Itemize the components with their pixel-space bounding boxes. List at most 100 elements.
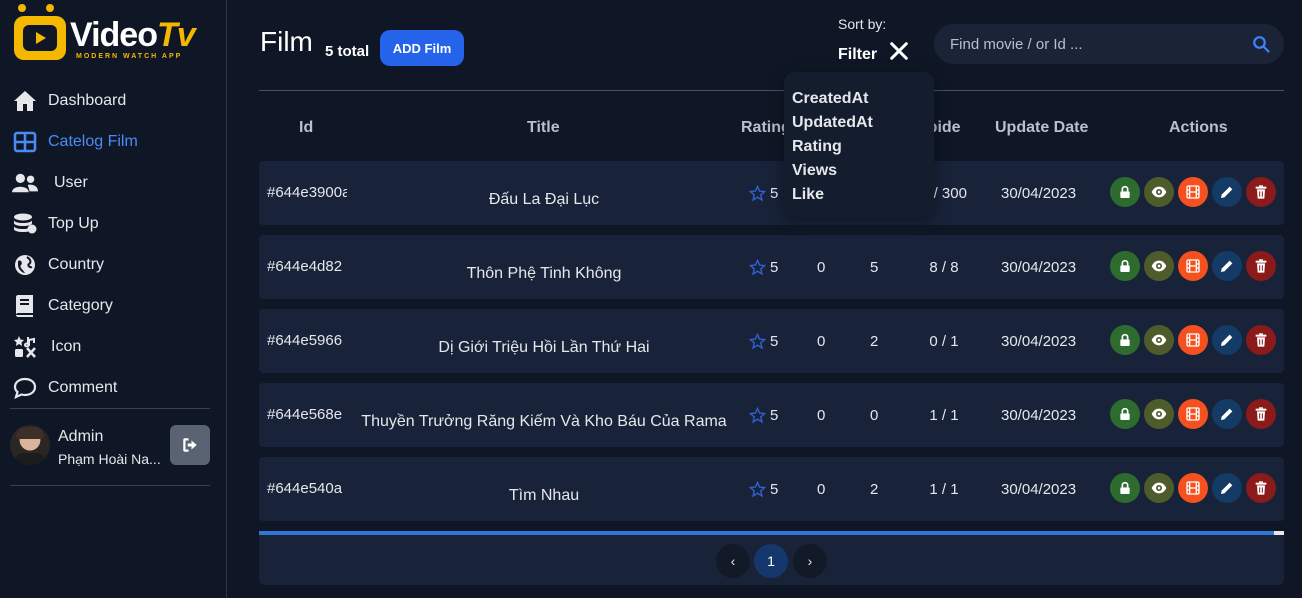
page-title: Film bbox=[260, 26, 313, 57]
film-title[interactable]: Dị Giới Triệu Hồi Lần Thứ Hai bbox=[359, 339, 729, 357]
filter-toggle[interactable]: Filter bbox=[838, 46, 877, 64]
pencil-icon bbox=[1219, 406, 1235, 422]
lock-icon bbox=[1117, 406, 1133, 422]
column-header-update-date: Update Date bbox=[995, 119, 1089, 136]
pencil-icon bbox=[1219, 332, 1235, 348]
search-icon[interactable] bbox=[1252, 35, 1270, 53]
episodes-button[interactable] bbox=[1178, 177, 1208, 207]
pencil-icon bbox=[1219, 258, 1235, 274]
film-update-date: 30/04/2023 bbox=[1001, 481, 1077, 498]
search-bar bbox=[934, 24, 1284, 64]
episodes-button[interactable] bbox=[1178, 251, 1208, 281]
sidebar-item-label: Icon bbox=[51, 337, 82, 355]
user-role: Admin bbox=[58, 428, 104, 445]
edit-button[interactable] bbox=[1212, 473, 1242, 503]
close-filter-icon[interactable] bbox=[888, 40, 910, 62]
star-icon bbox=[749, 259, 766, 276]
delete-button[interactable] bbox=[1246, 473, 1276, 503]
avatar[interactable] bbox=[10, 425, 50, 465]
delete-button[interactable] bbox=[1246, 399, 1276, 429]
logo-antenna-left bbox=[18, 4, 26, 12]
lock-button[interactable] bbox=[1110, 251, 1140, 281]
episodes-button[interactable] bbox=[1178, 399, 1208, 429]
delete-button[interactable] bbox=[1246, 251, 1276, 281]
column-header-id: Id bbox=[299, 119, 314, 136]
search-input[interactable] bbox=[950, 32, 1240, 56]
table-row[interactable]: #644e568e Thuyền Trưởng Răng Kiếm Và Kho … bbox=[259, 383, 1284, 447]
table-row[interactable]: #644e5966 Dị Giới Triệu Hồi Lần Thứ Hai 5 0… bbox=[259, 309, 1284, 373]
film-title[interactable]: Tìm Nhau bbox=[359, 487, 729, 505]
view-button[interactable] bbox=[1144, 399, 1174, 429]
film-views: 5 bbox=[870, 259, 879, 276]
film-views: 2 bbox=[870, 481, 879, 498]
sidebar-item-country[interactable]: Country bbox=[0, 244, 227, 285]
lock-icon bbox=[1117, 332, 1133, 348]
sidebar-item-comment[interactable]: Comment bbox=[0, 367, 227, 408]
user-name: Phạm Hoài Na... bbox=[58, 451, 161, 467]
table-row[interactable]: #644e3900a Đấu La Đại Lục 5 7 / 300 30/04/20… bbox=[259, 161, 1284, 225]
film-title[interactable]: Thuyền Trưởng Răng Kiếm Và Kho Báu Của R… bbox=[359, 413, 729, 431]
row-actions bbox=[1110, 177, 1276, 207]
sidebar-item-category[interactable]: Category bbox=[0, 285, 227, 326]
tv-logo-icon bbox=[14, 16, 66, 60]
page-1-button[interactable]: 1 bbox=[754, 544, 788, 578]
sidebar: VideoTv MODERN WATCH APP Dashboard Catel… bbox=[0, 0, 227, 598]
lock-button[interactable] bbox=[1110, 325, 1140, 355]
edit-button[interactable] bbox=[1212, 325, 1242, 355]
trash-icon bbox=[1253, 332, 1269, 348]
sidebar-item-user[interactable]: User bbox=[0, 162, 227, 203]
film-title[interactable]: Thôn Phệ Tinh Không bbox=[359, 265, 729, 283]
sort-option-rating[interactable]: Rating bbox=[792, 138, 842, 156]
rating-value: 5 bbox=[770, 407, 779, 424]
sidebar-item-label: Top Up bbox=[48, 214, 99, 232]
film-title[interactable]: Đấu La Đại Lục bbox=[359, 191, 729, 209]
lock-icon bbox=[1117, 184, 1133, 200]
eye-icon bbox=[1151, 184, 1167, 200]
app-logo[interactable]: VideoTv MODERN WATCH APP bbox=[12, 4, 212, 64]
edit-button[interactable] bbox=[1212, 177, 1242, 207]
next-page-button[interactable]: › bbox=[793, 544, 827, 578]
sidebar-item-catelog-film[interactable]: Catelog Film bbox=[0, 121, 227, 162]
lock-icon bbox=[1117, 480, 1133, 496]
header-divider bbox=[259, 90, 1284, 91]
sort-option-updatedat[interactable]: UpdatedAt bbox=[792, 114, 873, 132]
view-button[interactable] bbox=[1144, 325, 1174, 355]
add-film-button[interactable]: ADD Film bbox=[380, 30, 464, 66]
film-likes: 0 bbox=[817, 259, 826, 276]
view-button[interactable] bbox=[1144, 177, 1174, 207]
lock-button[interactable] bbox=[1110, 177, 1140, 207]
logout-button[interactable] bbox=[170, 425, 210, 465]
view-button[interactable] bbox=[1144, 473, 1174, 503]
delete-button[interactable] bbox=[1246, 177, 1276, 207]
table-row[interactable]: #644e4d82 Thôn Phệ Tinh Không 5 0 5 8 / 8 30/0… bbox=[259, 235, 1284, 299]
brand-tagline: MODERN WATCH APP bbox=[76, 53, 183, 60]
sort-option-like[interactable]: Like bbox=[792, 186, 824, 204]
lock-button[interactable] bbox=[1110, 473, 1140, 503]
edit-button[interactable] bbox=[1212, 399, 1242, 429]
table-row[interactable]: #644e540a Tìm Nhau 5 0 2 1 / 1 30/04/2023 bbox=[259, 457, 1284, 521]
lock-button[interactable] bbox=[1110, 399, 1140, 429]
grid-icon bbox=[12, 129, 42, 155]
rating-value: 5 bbox=[770, 333, 779, 350]
row-actions bbox=[1110, 325, 1276, 355]
sort-option-views[interactable]: Views bbox=[792, 162, 837, 180]
sidebar-item-dashboard[interactable]: Dashboard bbox=[0, 80, 227, 121]
episodes-button[interactable] bbox=[1178, 473, 1208, 503]
edit-button[interactable] bbox=[1212, 251, 1242, 281]
film-update-date: 30/04/2023 bbox=[1001, 259, 1077, 276]
sort-option-createdat[interactable]: CreatedAt bbox=[792, 90, 868, 108]
film-rating: 5 bbox=[749, 333, 778, 350]
view-button[interactable] bbox=[1144, 251, 1174, 281]
row-actions bbox=[1110, 473, 1276, 503]
book-icon bbox=[12, 293, 42, 319]
prev-page-button[interactable]: ‹ bbox=[716, 544, 750, 578]
sidebar-item-label: Catelog Film bbox=[48, 132, 138, 150]
delete-button[interactable] bbox=[1246, 325, 1276, 355]
episodes-button[interactable] bbox=[1178, 325, 1208, 355]
sidebar-item-top-up[interactable]: Top Up bbox=[0, 203, 227, 244]
sidebar-item-icon[interactable]: Icon bbox=[0, 326, 227, 367]
eye-icon bbox=[1151, 406, 1167, 422]
film-rating: 5 bbox=[749, 185, 778, 202]
rating-value: 5 bbox=[770, 481, 779, 498]
star-icon bbox=[749, 481, 766, 498]
